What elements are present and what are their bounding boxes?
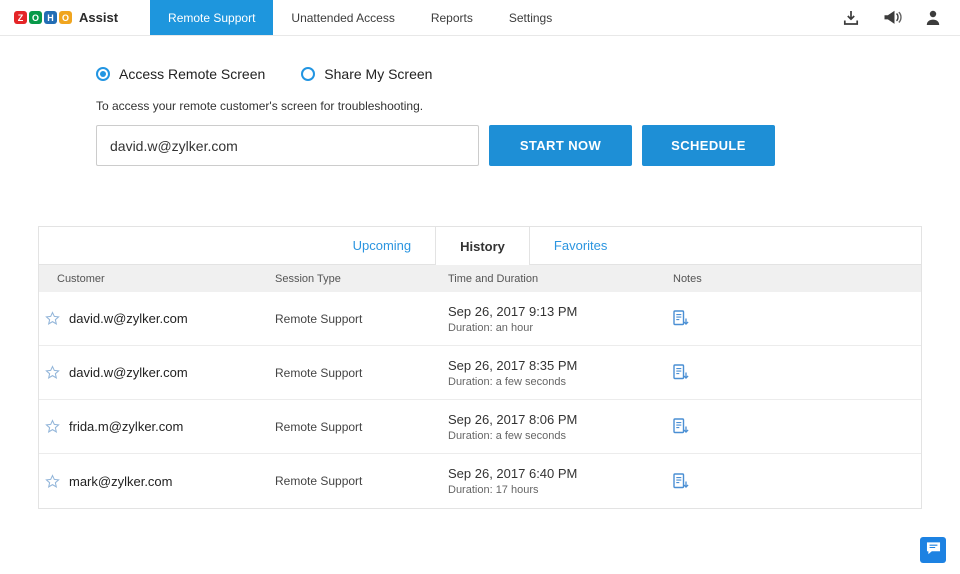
main-nav-tabs: Remote Support Unattended Access Reports… bbox=[150, 0, 570, 35]
customer-email: frida.m@zylker.com bbox=[69, 419, 184, 434]
tab-favorites[interactable]: Favorites bbox=[530, 227, 631, 264]
notes-icon[interactable] bbox=[673, 310, 689, 327]
tab-remote-support[interactable]: Remote Support bbox=[150, 0, 274, 35]
session-type: Remote Support bbox=[275, 419, 363, 434]
session-duration: Duration: a few seconds bbox=[448, 429, 567, 442]
zoho-logo-letter: O bbox=[59, 11, 72, 24]
tab-history[interactable]: History bbox=[435, 227, 530, 265]
notes-icon[interactable] bbox=[673, 364, 689, 381]
table-row: frida.m@zylker.com Remote Support Sep 26… bbox=[39, 400, 921, 454]
radio-access-remote-screen[interactable]: Access Remote Screen bbox=[96, 66, 265, 82]
favorite-star-icon[interactable] bbox=[45, 419, 60, 434]
tab-settings[interactable]: Settings bbox=[491, 0, 570, 35]
sessions-card: Upcoming History Favorites Customer Sess… bbox=[38, 226, 922, 509]
chat-bubble-icon bbox=[926, 541, 941, 560]
session-duration: Duration: 17 hours bbox=[448, 484, 539, 496]
radio-unselected-icon bbox=[301, 67, 316, 81]
column-header-session-type: Session Type bbox=[275, 272, 341, 285]
session-duration: Duration: a few seconds bbox=[448, 375, 567, 388]
zoho-logo-letter: Z bbox=[14, 11, 27, 24]
customer-email: david.w@zylker.com bbox=[69, 365, 188, 380]
tab-upcoming[interactable]: Upcoming bbox=[329, 227, 436, 264]
session-time: Sep 26, 2017 8:35 PM bbox=[448, 357, 578, 373]
session-type: Remote Support bbox=[275, 365, 363, 380]
zoho-logo-letter: O bbox=[29, 11, 42, 24]
chat-launcher-button[interactable] bbox=[920, 537, 946, 563]
top-navigation-bar: Z O H O Assist Remote Support Unattended… bbox=[0, 0, 960, 36]
product-name: Assist bbox=[79, 10, 119, 25]
radio-label: Access Remote Screen bbox=[119, 66, 266, 82]
download-icon[interactable] bbox=[843, 10, 859, 26]
history-table-rows: david.w@zylker.com Remote Support Sep 26… bbox=[39, 292, 921, 508]
session-setup-section: Access Remote Screen Share My Screen To … bbox=[0, 36, 960, 166]
column-header-notes: Notes bbox=[673, 272, 702, 285]
zoho-logo-letter: H bbox=[44, 11, 57, 24]
session-mode-options: Access Remote Screen Share My Screen bbox=[96, 66, 960, 82]
notes-icon[interactable] bbox=[673, 472, 689, 490]
customer-email-input[interactable] bbox=[96, 125, 479, 166]
table-header-row: Customer Session Type Time and Duration … bbox=[39, 265, 921, 292]
announcement-icon[interactable] bbox=[883, 10, 902, 25]
customer-email: david.w@zylker.com bbox=[69, 311, 188, 326]
radio-label: Share My Screen bbox=[324, 66, 433, 82]
column-header-time-duration: Time and Duration bbox=[448, 272, 539, 285]
tab-reports[interactable]: Reports bbox=[413, 0, 491, 35]
zoho-assist-logo[interactable]: Z O H O Assist bbox=[0, 0, 128, 35]
favorite-star-icon[interactable] bbox=[45, 311, 60, 326]
session-type: Remote Support bbox=[275, 311, 363, 326]
topbar-actions bbox=[843, 0, 960, 35]
schedule-button[interactable]: SCHEDULE bbox=[642, 125, 775, 166]
session-type: Remote Support bbox=[275, 474, 363, 488]
session-description: To access your remote customer's screen … bbox=[96, 99, 424, 113]
session-time: Sep 26, 2017 6:40 PM bbox=[448, 466, 578, 481]
table-row: david.w@zylker.com Remote Support Sep 26… bbox=[39, 292, 921, 346]
favorite-star-icon[interactable] bbox=[45, 365, 60, 380]
sessions-card-tabs: Upcoming History Favorites bbox=[39, 227, 921, 265]
session-duration: Duration: an hour bbox=[448, 321, 533, 334]
table-row: mark@zylker.com Remote Support Sep 26, 2… bbox=[39, 454, 921, 508]
radio-share-my-screen[interactable]: Share My Screen bbox=[301, 66, 432, 82]
notes-icon[interactable] bbox=[673, 418, 689, 435]
user-icon[interactable] bbox=[926, 10, 940, 25]
start-session-form: START NOW SCHEDULE bbox=[96, 125, 960, 166]
table-row: david.w@zylker.com Remote Support Sep 26… bbox=[39, 346, 921, 400]
session-time: Sep 26, 2017 8:06 PM bbox=[448, 411, 578, 427]
customer-email: mark@zylker.com bbox=[69, 473, 173, 489]
column-header-customer: Customer bbox=[57, 272, 105, 285]
start-now-button[interactable]: START NOW bbox=[489, 125, 632, 166]
radio-selected-icon bbox=[96, 67, 110, 81]
tab-unattended-access[interactable]: Unattended Access bbox=[273, 0, 412, 35]
favorite-star-icon[interactable] bbox=[45, 473, 60, 489]
session-time: Sep 26, 2017 9:13 PM bbox=[448, 303, 578, 319]
